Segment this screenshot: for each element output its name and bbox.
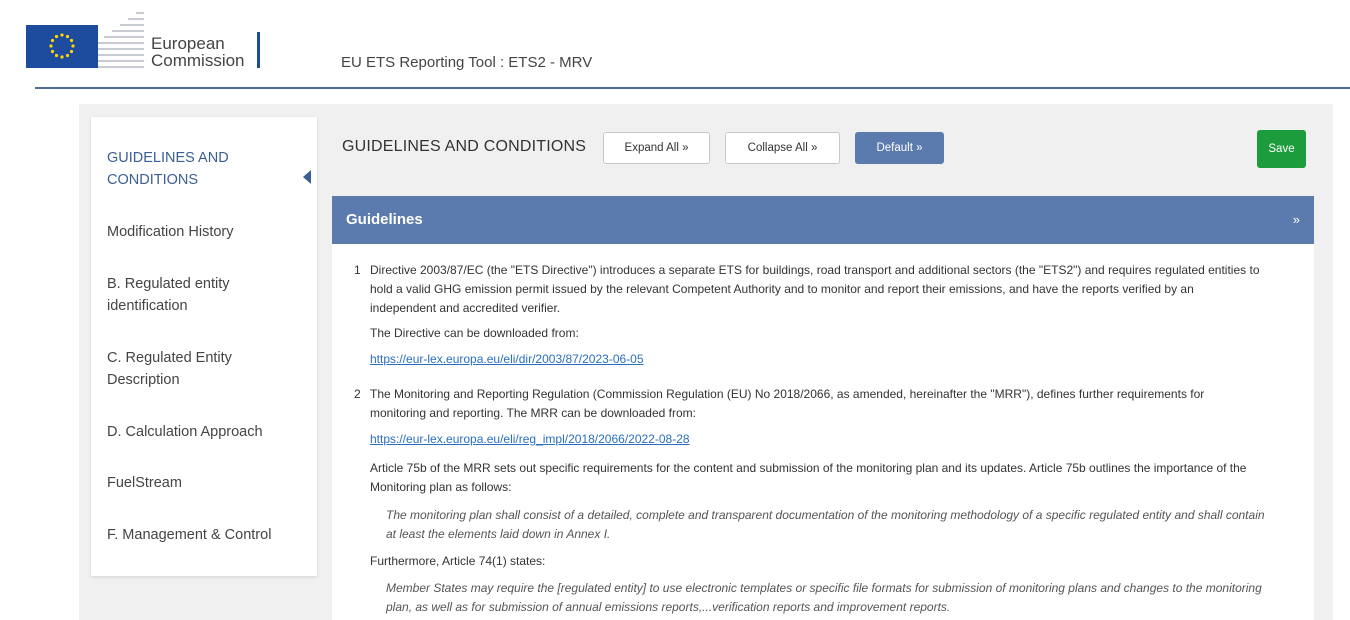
article-text: Article 75b of the MRR sets out specific… — [370, 461, 1247, 494]
sidebar-item-modification-history[interactable]: Modification History — [107, 221, 307, 243]
sidebar-item-management-control[interactable]: F. Management & Control — [107, 524, 307, 546]
chevrons-down-icon[interactable]: » — [1293, 212, 1300, 227]
item-number: 2 — [354, 387, 361, 401]
article-quote: Member States may require the [regulated… — [386, 581, 1262, 614]
page-header: European Commission EU ETS Reporting Too… — [0, 0, 1350, 89]
logo-stripes — [98, 6, 146, 68]
sidebar-item-regulated-entity-identification[interactable]: B. Regulated entity identification — [107, 273, 277, 317]
sidebar-nav: GUIDELINES AND CONDITIONS Modification H… — [91, 117, 317, 576]
sidebar-item-guidelines[interactable]: GUIDELINES AND CONDITIONS — [107, 147, 307, 191]
sidebar-item-calculation-approach[interactable]: D. Calculation Approach — [107, 421, 307, 443]
header-divider — [35, 87, 1350, 89]
expand-all-button[interactable]: Expand All » — [603, 132, 710, 164]
guideline-text: Directive 2003/87/EC (the "ETS Directive… — [370, 263, 1260, 315]
furthermore-text: Furthermore, Article 74(1) states: — [370, 554, 546, 568]
guidelines-panel-header[interactable]: Guidelines » — [332, 196, 1314, 244]
guideline-text: The Monitoring and Reporting Regulation … — [370, 387, 1205, 420]
eu-flag-icon — [26, 25, 98, 68]
active-caret-icon — [303, 170, 311, 184]
mrr-link[interactable]: https://eur-lex.europa.eu/eli/reg_impl/2… — [370, 430, 690, 449]
directive-link[interactable]: https://eur-lex.europa.eu/eli/dir/2003/8… — [370, 350, 644, 369]
sidebar-item-regulated-entity-description[interactable]: C. Regulated Entity Description — [107, 347, 277, 391]
brand-line-2: Commission — [151, 51, 245, 70]
section-title: GUIDELINES AND CONDITIONS — [342, 138, 587, 155]
sidebar-item-fuelstream[interactable]: FuelStream — [107, 472, 307, 494]
panel-title: Guidelines — [346, 211, 423, 228]
download-text: The Directive can be downloaded from: — [370, 326, 579, 340]
item-number: 1 — [354, 263, 361, 277]
brand-divider — [257, 32, 260, 68]
default-button[interactable]: Default » — [855, 132, 944, 164]
brand-line-1: European — [151, 34, 225, 53]
article-quote: The monitoring plan shall consist of a d… — [386, 508, 1265, 541]
collapse-all-button[interactable]: Collapse All » — [725, 132, 840, 164]
save-button[interactable]: Save — [1257, 130, 1306, 168]
brand-name: European Commission — [151, 35, 245, 69]
app-title: EU ETS Reporting Tool : ETS2 - MRV — [341, 54, 593, 71]
